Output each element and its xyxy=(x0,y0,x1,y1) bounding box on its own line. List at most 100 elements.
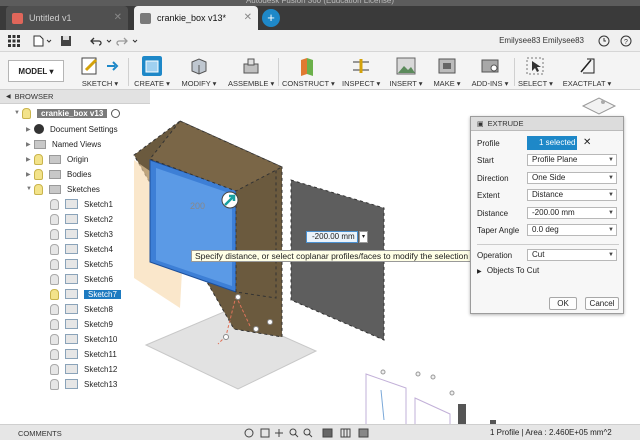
browser-item-bodies[interactable]: ▶ Bodies xyxy=(26,167,91,181)
visibility-bulb-icon[interactable] xyxy=(22,107,31,119)
sketch-item[interactable]: Sketch2 xyxy=(50,212,113,226)
sketch-item[interactable]: Sketch10 xyxy=(50,332,117,346)
distance-manipulator-arrow[interactable] xyxy=(221,191,239,209)
sketch-item[interactable]: Sketch8 xyxy=(50,302,113,316)
orbit-icon[interactable] xyxy=(244,428,254,438)
distance-field[interactable]: -200.00 mm ▼ xyxy=(527,207,617,219)
clock-icon[interactable] xyxy=(598,35,610,47)
pan-icon[interactable] xyxy=(275,429,283,437)
extent-select[interactable]: Distance ▼ xyxy=(527,189,617,201)
view-cube[interactable] xyxy=(579,96,619,116)
grid-settings-icon[interactable] xyxy=(340,428,351,438)
file-icon[interactable] xyxy=(32,35,44,47)
expand-triangle-icon[interactable]: ▶ xyxy=(26,141,34,148)
make-menu[interactable]: MAKE ▾ xyxy=(432,52,462,90)
sketch-item[interactable]: Sketch4 xyxy=(50,242,113,256)
direction-select[interactable]: One Side ▼ xyxy=(527,172,617,184)
visibility-bulb-icon[interactable] xyxy=(34,153,43,165)
assemble-menu[interactable]: ASSEMBLE ▾ xyxy=(228,52,274,90)
tab-crankie-box[interactable]: crankie_box v13* ✕ xyxy=(134,6,258,30)
radio-icon[interactable] xyxy=(111,108,121,118)
addins-menu[interactable]: ADD-INS ▾ xyxy=(470,52,510,90)
chevron-down-icon[interactable] xyxy=(106,35,112,47)
expand-triangle-icon[interactable]: ▼ xyxy=(14,110,22,116)
cancel-button[interactable]: Cancel xyxy=(585,297,619,310)
browser-root[interactable]: ▼ crankie_box v13 xyxy=(14,106,121,120)
new-tab-button[interactable]: + xyxy=(262,9,280,27)
undo-icon[interactable] xyxy=(90,35,102,47)
tab-untitled[interactable]: Untitled v1 ✕ xyxy=(6,6,128,30)
browser-item-sketches[interactable]: ▼ Sketches xyxy=(26,182,100,196)
workspace-switcher[interactable]: MODEL ▾ xyxy=(8,60,64,82)
sketch-item[interactable]: Sketch6 xyxy=(50,272,113,286)
distance-input[interactable]: -200.00 mm xyxy=(306,231,358,243)
save-icon[interactable] xyxy=(60,35,72,47)
close-tab-icon[interactable]: ✕ xyxy=(244,12,252,23)
sketch-item-selected[interactable]: Sketch7 xyxy=(50,287,121,301)
expand-triangle-icon[interactable]: ▶ xyxy=(26,171,34,178)
redo-icon[interactable] xyxy=(116,35,128,47)
modify-menu[interactable]: MODIFY ▾ xyxy=(180,52,218,90)
objects-to-cut-section[interactable]: ▶ Objects To Cut xyxy=(477,266,539,275)
sketch-item[interactable]: Sketch13 xyxy=(50,377,117,391)
visibility-bulb-icon[interactable] xyxy=(50,243,59,255)
visibility-bulb-icon[interactable] xyxy=(50,378,59,390)
collapse-icon[interactable]: ◀ xyxy=(6,93,11,100)
visibility-bulb-icon[interactable] xyxy=(50,198,59,210)
visibility-bulb-icon[interactable] xyxy=(50,273,59,285)
taper-field[interactable]: 0.0 deg ▼ xyxy=(527,224,617,236)
visibility-bulb-icon[interactable] xyxy=(50,333,59,345)
ok-button[interactable]: OK xyxy=(549,297,577,310)
profile-selection-button[interactable]: 1 selected xyxy=(527,136,577,150)
sketch-item[interactable]: Sketch1 xyxy=(50,197,113,211)
create-menu[interactable]: CREATE ▾ xyxy=(134,52,170,90)
chevron-down-icon[interactable] xyxy=(132,35,138,47)
clear-selection-icon[interactable]: ✕ xyxy=(583,137,591,148)
visibility-bulb-icon[interactable] xyxy=(34,168,43,180)
close-tab-icon[interactable]: ✕ xyxy=(114,12,122,23)
browser-item-origin[interactable]: ▶ Origin xyxy=(26,152,88,166)
visibility-bulb-icon[interactable] xyxy=(50,258,59,270)
start-select[interactable]: Profile Plane ▼ xyxy=(527,154,617,166)
operation-select[interactable]: Cut ▼ xyxy=(527,249,617,261)
visibility-bulb-icon[interactable] xyxy=(50,213,59,225)
visibility-bulb-icon[interactable] xyxy=(50,303,59,315)
sketch-item[interactable]: Sketch3 xyxy=(50,227,113,241)
visibility-bulb-icon[interactable] xyxy=(50,228,59,240)
expand-triangle-icon[interactable]: ▶ xyxy=(26,126,34,133)
distance-dropdown[interactable]: ▾ xyxy=(359,231,368,243)
viewports-icon[interactable] xyxy=(358,428,369,438)
sketch-item[interactable]: Sketch5 xyxy=(50,257,113,271)
visibility-bulb-icon[interactable] xyxy=(50,288,59,300)
visibility-bulb-icon[interactable] xyxy=(50,363,59,375)
dialog-header[interactable]: ▣ EXTRUDE xyxy=(471,117,623,131)
visibility-bulb-icon[interactable] xyxy=(34,183,43,195)
sketch-item[interactable]: Sketch11 xyxy=(50,347,117,361)
user-account[interactable]: Emilysee83 Emilysee83 xyxy=(499,36,584,45)
visibility-bulb-icon[interactable] xyxy=(50,348,59,360)
help-icon[interactable]: ? xyxy=(620,35,632,47)
sketch-menu[interactable]: SKETCH ▾ xyxy=(78,52,122,90)
browser-header[interactable]: ◀ BROWSER xyxy=(0,90,150,104)
sketch-item[interactable]: Sketch12 xyxy=(50,362,117,376)
construct-menu[interactable]: CONSTRUCT ▾ xyxy=(282,52,335,90)
browser-item-document-settings[interactable]: ▶ Document Settings xyxy=(26,122,118,136)
select-menu[interactable]: SELECT ▾ xyxy=(518,52,553,90)
expand-triangle-icon[interactable]: ▶ xyxy=(26,156,34,163)
insert-menu[interactable]: INSERT ▾ xyxy=(388,52,424,90)
display-settings-icon[interactable] xyxy=(322,428,333,438)
chevron-down-icon[interactable] xyxy=(46,35,52,47)
inspect-menu[interactable]: INSPECT ▾ xyxy=(342,52,380,90)
exactflat-menu[interactable]: EXACTFLAT ▾ xyxy=(560,52,614,90)
visibility-bulb-icon[interactable] xyxy=(50,318,59,330)
comments-label[interactable]: COMMENTS xyxy=(18,429,62,438)
sketch-label: Sketch13 xyxy=(84,379,118,389)
sketch-item[interactable]: Sketch9 xyxy=(50,317,113,331)
expand-triangle-icon[interactable]: ▼ xyxy=(26,186,34,192)
fit-icon[interactable] xyxy=(303,428,313,438)
exactflat-menu-label: EXACTFLAT xyxy=(562,79,606,88)
look-at-icon[interactable] xyxy=(260,428,270,438)
zoom-icon[interactable] xyxy=(289,428,299,438)
browser-item-named-views[interactable]: ▶ Named Views xyxy=(26,137,101,151)
data-panel-icon[interactable] xyxy=(8,35,20,47)
